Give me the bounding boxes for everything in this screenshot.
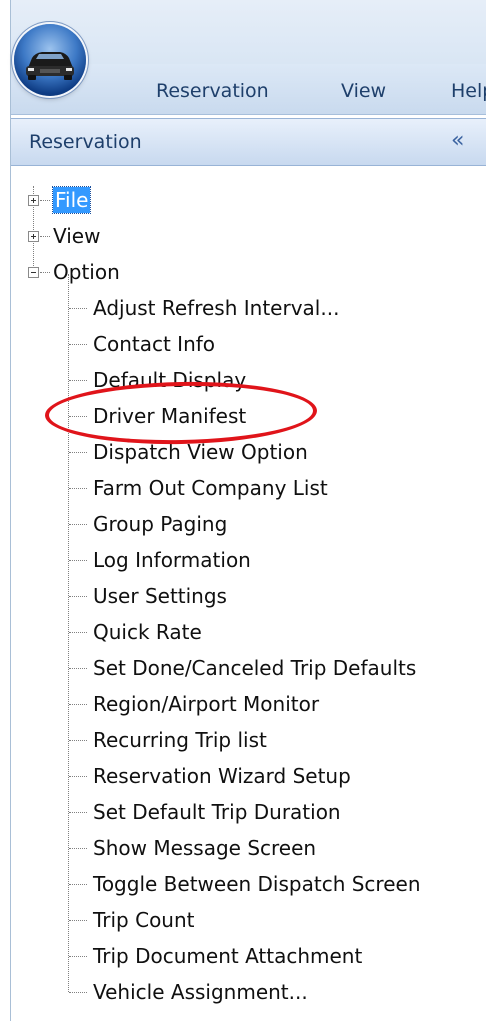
tree-connector bbox=[69, 668, 87, 669]
option-item[interactable]: Show Message Screen bbox=[93, 835, 316, 861]
tree-node-file[interactable]: File bbox=[51, 186, 92, 214]
tree-connector bbox=[69, 884, 87, 885]
tree-connector bbox=[69, 956, 87, 957]
option-item[interactable]: Recurring Trip list bbox=[93, 727, 267, 753]
double-chevron-left-icon[interactable]: « bbox=[451, 128, 464, 153]
option-item[interactable]: Trip Count bbox=[93, 907, 195, 933]
app-window: Reservation View Help Reservation « File… bbox=[10, 0, 486, 1021]
tree-connector bbox=[40, 272, 50, 273]
tree-connector bbox=[69, 812, 87, 813]
expander-view[interactable] bbox=[28, 231, 39, 242]
option-item[interactable]: Farm Out Company List bbox=[93, 475, 328, 501]
option-item[interactable]: Toggle Between Dispatch Screen bbox=[93, 871, 421, 897]
tree-connector bbox=[40, 200, 50, 201]
option-item[interactable]: Set Done/Canceled Trip Defaults bbox=[93, 655, 416, 681]
tree-connector bbox=[69, 452, 87, 453]
tree-connector bbox=[69, 560, 87, 561]
tree-connector bbox=[69, 704, 87, 705]
option-item[interactable]: Contact Info bbox=[93, 331, 215, 357]
option-item[interactable]: Adjust Refresh Interval... bbox=[93, 295, 339, 321]
tree-connector bbox=[69, 380, 87, 381]
menu-view[interactable]: View bbox=[341, 80, 386, 102]
tree-connector bbox=[69, 920, 87, 921]
option-item[interactable]: Reservation Wizard Setup bbox=[93, 763, 351, 789]
option-item[interactable]: Quick Rate bbox=[93, 619, 202, 645]
panel-header: Reservation « bbox=[11, 118, 486, 166]
tree-connector bbox=[69, 848, 87, 849]
reservation-tree: File View Option Adjust Refresh Interval...… bbox=[11, 170, 486, 1015]
tree-node-view[interactable]: View bbox=[53, 223, 100, 249]
expander-option[interactable] bbox=[28, 267, 39, 278]
expander-file[interactable] bbox=[28, 195, 39, 206]
tree-connector bbox=[69, 308, 87, 309]
option-item[interactable]: Vehicle Assignment... bbox=[93, 979, 308, 1005]
option-item[interactable]: Log Information bbox=[93, 547, 251, 573]
menu-help[interactable]: Help bbox=[451, 80, 486, 102]
tree-connector bbox=[69, 488, 87, 489]
panel-title: Reservation bbox=[29, 131, 142, 153]
tree-connector bbox=[40, 236, 50, 237]
tree-connector bbox=[69, 596, 87, 597]
option-item[interactable]: Group Paging bbox=[93, 511, 227, 537]
tree-connector bbox=[69, 740, 87, 741]
tree-connector bbox=[69, 524, 87, 525]
tree-connector bbox=[69, 632, 87, 633]
tree-connector bbox=[69, 992, 87, 993]
option-item[interactable]: Region/Airport Monitor bbox=[93, 691, 319, 717]
menu-reservation[interactable]: Reservation bbox=[156, 80, 269, 102]
tree-connector bbox=[69, 344, 87, 345]
car-logo-icon[interactable] bbox=[14, 24, 86, 96]
option-item[interactable]: Trip Document Attachment bbox=[93, 943, 362, 969]
option-item[interactable]: User Settings bbox=[93, 583, 227, 609]
tree-node-option[interactable]: Option bbox=[53, 259, 120, 285]
option-item[interactable]: Set Default Trip Duration bbox=[93, 799, 341, 825]
tree-connector bbox=[69, 776, 87, 777]
